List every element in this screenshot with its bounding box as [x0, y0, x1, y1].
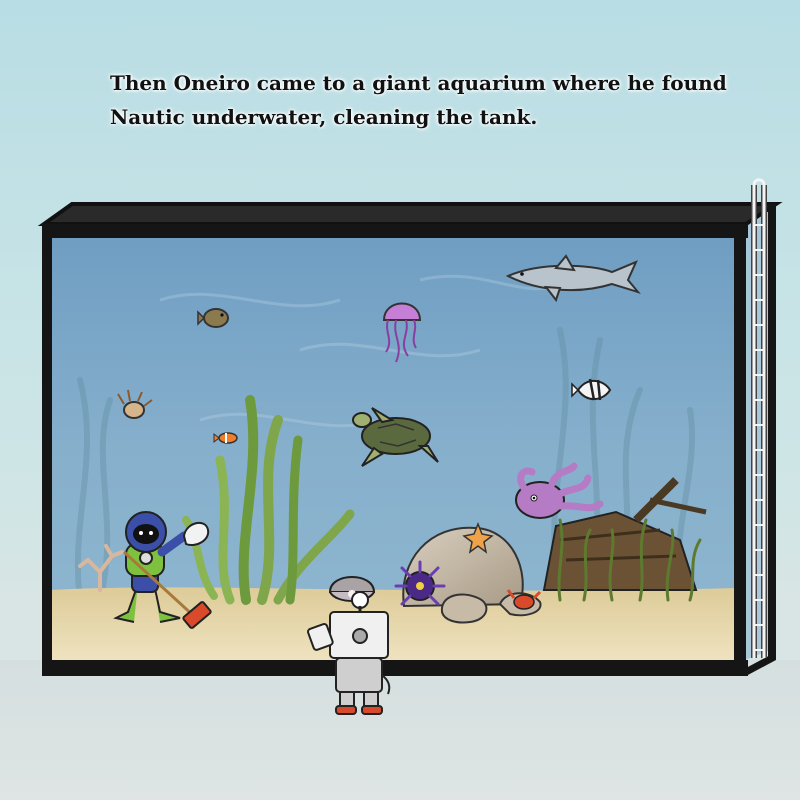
- tank-right-edge: [734, 224, 746, 670]
- tank-back-edge: [768, 204, 776, 660]
- tank-top-frame: [37, 202, 783, 226]
- storybook-page: Then Oneiro came to a giant aquarium whe…: [0, 0, 800, 800]
- aquarium-scene: [37, 178, 783, 715]
- tank-left-edge: [42, 224, 52, 670]
- tank-top-rim: [42, 224, 748, 238]
- tank-sand: [50, 587, 740, 662]
- tank-base: [42, 660, 748, 676]
